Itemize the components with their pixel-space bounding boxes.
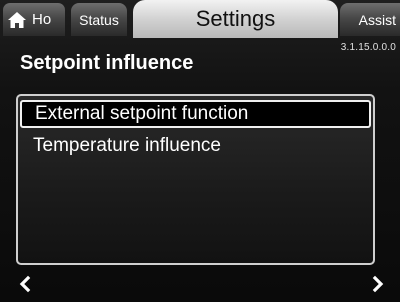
menu-item-temperature-influence[interactable]: Temperature influence [20,132,371,160]
device-screen: Ho Status Settings Assist 3.1.15.0.0.0 S… [0,0,400,302]
menu-panel: External setpoint function Temperature i… [16,94,375,265]
tab-home-label: Ho [32,11,52,28]
home-icon [8,11,26,28]
menu-item-label: External setpoint function [35,103,249,124]
tab-assist[interactable]: Assist [340,3,400,36]
tab-status[interactable]: Status [71,3,127,36]
tab-settings[interactable]: Settings [133,0,338,38]
version-number: 3.1.15.0.0.0 [340,42,396,53]
menu-item-external-setpoint-function[interactable]: External setpoint function [20,100,371,128]
tab-home[interactable]: Ho [3,3,65,36]
chevron-right-icon[interactable] [371,275,385,293]
chevron-left-icon[interactable] [18,275,32,293]
tab-assist-label: Assist [358,11,396,28]
tab-status-label: Status [79,11,119,28]
tab-settings-label: Settings [195,6,276,31]
menu-item-label: Temperature influence [33,135,221,156]
page-title: Setpoint influence [20,52,194,74]
tab-bar: Ho Status Settings Assist [0,0,400,38]
